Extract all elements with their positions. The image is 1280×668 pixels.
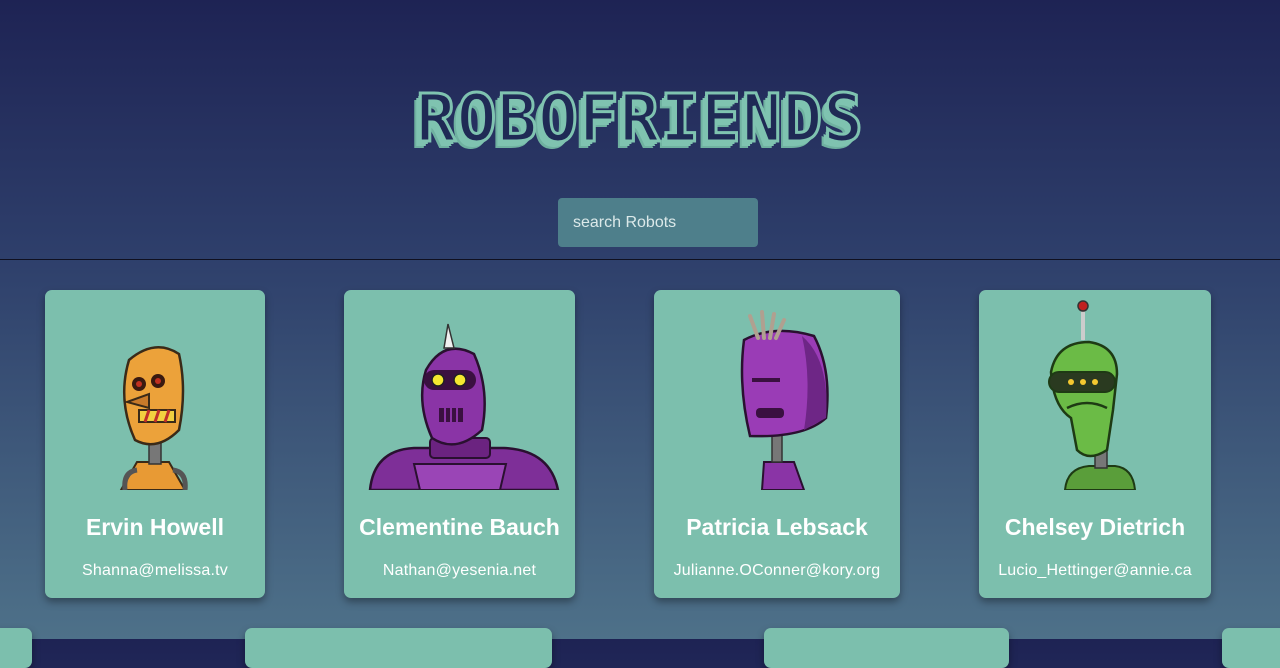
robot-avatar-purple-horn (344, 290, 575, 490)
robot-card[interactable]: Patricia Lebsack Julianne.OConner@kory.o… (654, 290, 900, 598)
robot-avatar-purple-tuft (654, 290, 900, 490)
robot-name: Chelsey Dietrich (1004, 514, 1186, 540)
robot-card-partial[interactable] (245, 628, 552, 668)
robot-name: Patricia Lebsack (686, 514, 868, 540)
robot-card[interactable]: Ervin Howell Shanna@melissa.tv (45, 290, 265, 598)
robot-email: Nathan@yesenia.net (382, 562, 537, 579)
robot-name: Ervin Howell (85, 514, 225, 540)
robot-avatar-green-antenna (979, 290, 1211, 490)
app-title: ROBOFRIENDS (414, 80, 865, 157)
robot-card-partial[interactable] (0, 628, 32, 668)
robot-card-partial[interactable] (764, 628, 1009, 668)
search-robots-input[interactable] (558, 198, 758, 247)
robot-name: Clementine Bauch (359, 514, 560, 540)
robot-card-partial[interactable] (1222, 628, 1280, 668)
robot-email: Shanna@melissa.tv (82, 562, 228, 579)
robot-card[interactable]: Clementine Bauch Nathan@yesenia.net (344, 290, 575, 598)
robot-card[interactable]: Chelsey Dietrich Lucio_Hettinger@annie.c… (979, 290, 1211, 598)
robot-avatar-orange (45, 290, 265, 490)
robot-email: Julianne.OConner@kory.org (673, 562, 881, 579)
header: ROBOFRIENDS (0, 0, 1280, 260)
robot-email: Lucio_Hettinger@annie.ca (998, 562, 1192, 579)
